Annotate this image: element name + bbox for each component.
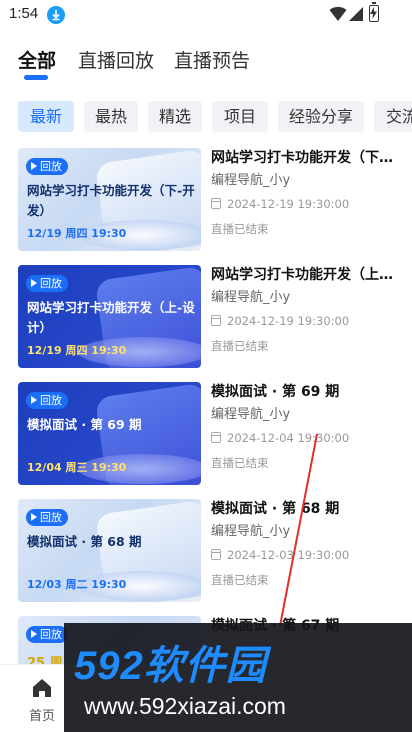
replay-badge: 回放 bbox=[26, 509, 68, 526]
thumbnail-title: 模拟面试 · 第 69 期 bbox=[27, 417, 142, 432]
nav-home[interactable]: 首页 bbox=[22, 677, 62, 724]
tab-all[interactable]: 全部 bbox=[18, 46, 56, 73]
status-time: 1:54 bbox=[9, 5, 39, 22]
item-author: 编程导航_小y bbox=[211, 407, 291, 422]
item-title[interactable]: 模拟面试 · 第 69 期 bbox=[211, 382, 406, 402]
chip-projects[interactable]: 项目 bbox=[212, 101, 268, 132]
play-icon bbox=[31, 396, 37, 404]
chip-featured[interactable]: 精选 bbox=[148, 101, 202, 132]
play-icon bbox=[31, 279, 37, 287]
list-item[interactable]: 回放 模拟面试 · 第 69 期 12/04 周三 19:30 模拟面试 · 第… bbox=[0, 382, 412, 499]
chip-hottest[interactable]: 最热 bbox=[84, 101, 138, 132]
item-title[interactable]: 网站学习打卡功能开发（上… bbox=[211, 265, 406, 285]
thumbnail-title: 网站学习打卡功能开发（上-设计） bbox=[27, 300, 195, 335]
thumbnail-date: 25 周 bbox=[27, 656, 63, 664]
thumbnail-date: 12/04 周三 19:30 bbox=[27, 461, 127, 474]
thumbnail-title: 模拟面试 · 第 68 期 bbox=[27, 534, 142, 549]
item-thumbnail[interactable]: 回放 网站学习打卡功能开发（上-设计） 12/19 周四 19:30 bbox=[18, 265, 201, 368]
wifi-icon bbox=[329, 6, 347, 21]
replay-badge: 回放 bbox=[26, 392, 68, 409]
tab-live-replay[interactable]: 直播回放 bbox=[78, 46, 154, 73]
item-info: 网站学习打卡功能开发（上… 编程导航_小y 2024-12-19 19:30:0… bbox=[211, 265, 406, 354]
item-author: 编程导航_小y bbox=[211, 290, 291, 305]
list-item[interactable]: 回放 网站学习打卡功能开发（下-开发） 12/19 周四 19:30 网站学习打… bbox=[0, 148, 412, 265]
item-status: 直播已结束 bbox=[211, 339, 269, 353]
chip-experience[interactable]: 经验分享 bbox=[278, 101, 364, 132]
battery-icon bbox=[369, 2, 379, 22]
calendar-icon bbox=[211, 549, 221, 560]
chip-exchange[interactable]: 交流 bbox=[374, 101, 412, 132]
item-thumbnail[interactable]: 回放 模拟面试 · 第 69 期 12/04 周三 19:30 bbox=[18, 382, 201, 485]
filter-chips: 最新 最热 精选 项目 经验分享 交流 bbox=[0, 101, 412, 133]
list-item[interactable]: 回放 网站学习打卡功能开发（上-设计） 12/19 周四 19:30 网站学习打… bbox=[0, 265, 412, 382]
replay-badge: 回放 bbox=[26, 275, 68, 292]
nav-home-label: 首页 bbox=[28, 709, 55, 724]
item-author: 编程导航_小y bbox=[211, 173, 291, 188]
watermark-url: www.592xiazai.com bbox=[84, 693, 286, 719]
play-icon bbox=[31, 630, 37, 638]
play-icon bbox=[31, 162, 37, 170]
chip-latest[interactable]: 最新 bbox=[18, 101, 74, 132]
item-thumbnail[interactable]: 回放 模拟面试 · 第 68 期 12/03 周二 19:30 bbox=[18, 499, 201, 602]
item-time: 2024-12-19 19:30:00 bbox=[211, 313, 406, 329]
thumbnail-date: 12/03 周二 19:30 bbox=[27, 578, 127, 591]
calendar-icon bbox=[211, 198, 221, 209]
watermark: 592软件园 www.592xiazai.com bbox=[64, 623, 412, 732]
play-icon bbox=[31, 513, 37, 521]
item-time: 2024-12-19 19:30:00 bbox=[211, 196, 406, 212]
list-item[interactable]: 回放 模拟面试 · 第 68 期 12/03 周二 19:30 模拟面试 · 第… bbox=[0, 499, 412, 616]
signal-icon bbox=[349, 7, 363, 21]
item-title[interactable]: 网站学习打卡功能开发（下… bbox=[211, 148, 406, 168]
tab-indicator bbox=[24, 75, 48, 80]
download-icon bbox=[47, 6, 65, 24]
thumbnail-title: 网站学习打卡功能开发（下-开发） bbox=[27, 183, 195, 218]
item-info: 网站学习打卡功能开发（下… 编程导航_小y 2024-12-19 19:30:0… bbox=[211, 148, 406, 237]
main-tabs: 全部 直播回放 直播预告 bbox=[0, 46, 412, 86]
status-bar: 1:54 bbox=[0, 0, 412, 30]
thumbnail-date: 12/19 周四 19:30 bbox=[27, 344, 127, 357]
calendar-icon bbox=[211, 315, 221, 326]
watermark-brand: 592软件园 bbox=[74, 644, 267, 688]
tab-live-preview[interactable]: 直播预告 bbox=[174, 46, 250, 73]
home-icon bbox=[33, 679, 51, 697]
item-status: 直播已结束 bbox=[211, 222, 269, 236]
replay-badge: 回放 bbox=[26, 626, 68, 643]
calendar-icon bbox=[211, 432, 221, 443]
replay-badge: 回放 bbox=[26, 158, 68, 175]
thumbnail-date: 12/19 周四 19:30 bbox=[27, 227, 127, 240]
arrow-annotation bbox=[279, 433, 318, 627]
item-thumbnail[interactable]: 回放 网站学习打卡功能开发（下-开发） 12/19 周四 19:30 bbox=[18, 148, 201, 251]
